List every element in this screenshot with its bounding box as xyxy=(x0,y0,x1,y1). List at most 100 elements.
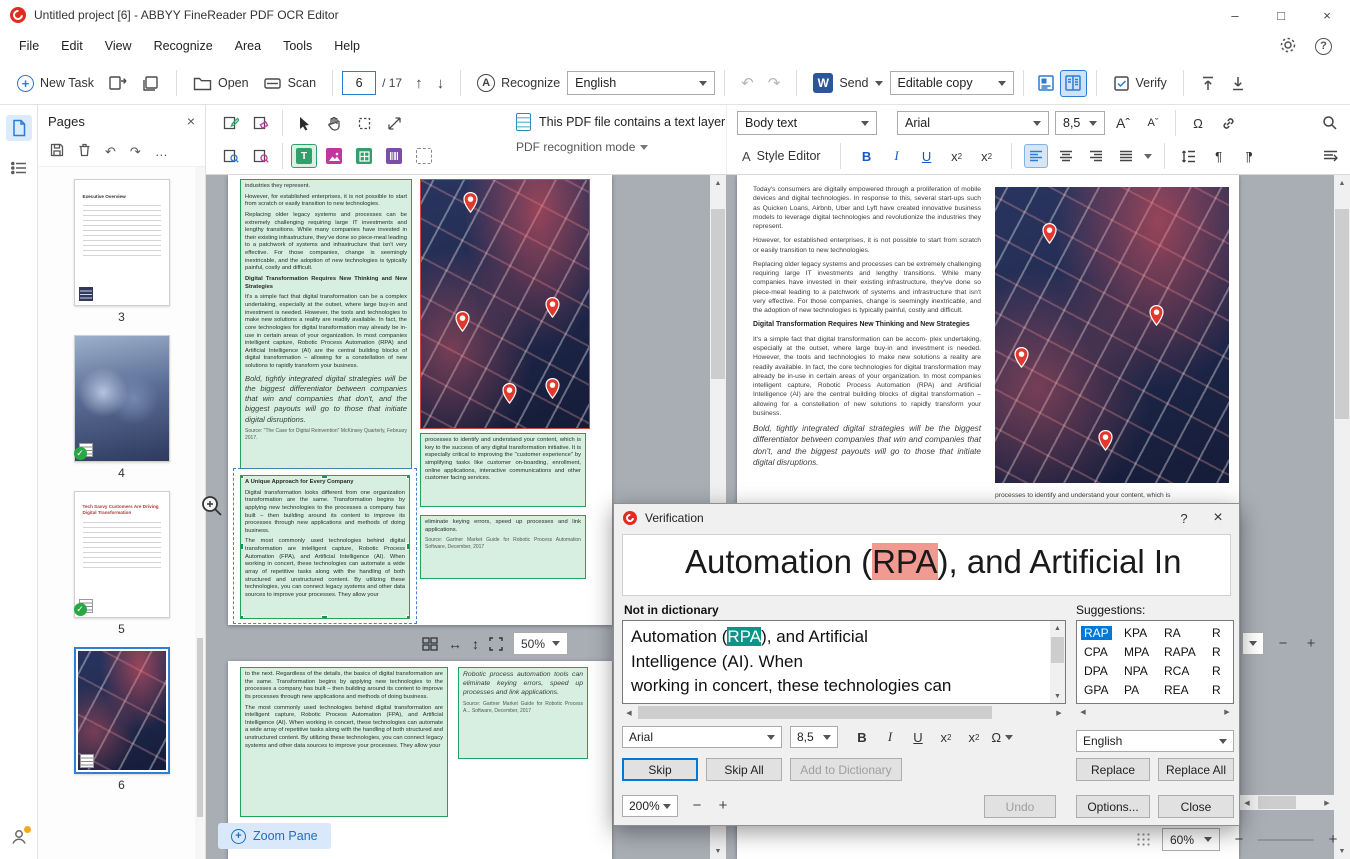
suggestion-item[interactable]: R xyxy=(1209,683,1233,697)
underline-button[interactable]: U xyxy=(915,144,939,168)
hyperlink-icon[interactable] xyxy=(1216,111,1240,135)
open-button[interactable]: Open xyxy=(186,72,256,95)
edit-picture-icon[interactable] xyxy=(218,111,244,135)
hand-pan-icon[interactable] xyxy=(321,111,347,135)
scrollbar-horizontal[interactable]: ◀ ▶ xyxy=(1076,705,1234,719)
ocr-text-area[interactable]: Robotic process automation tools can eli… xyxy=(458,667,588,759)
menu-item[interactable]: Help xyxy=(323,30,371,62)
suggestion-item[interactable]: RAPA xyxy=(1161,645,1209,659)
suggestion-item[interactable]: R xyxy=(1209,645,1233,659)
view-split-button[interactable] xyxy=(1059,69,1087,97)
background-area-tool-icon[interactable] xyxy=(411,144,437,168)
dialog-underline-button[interactable]: U xyxy=(906,726,930,748)
superscript-button[interactable]: x2 xyxy=(945,144,969,168)
zoom-in-icon[interactable]: + xyxy=(1302,635,1320,652)
redo-button[interactable]: ↷ xyxy=(761,72,788,95)
menu-item[interactable]: File xyxy=(8,30,50,62)
resize-handle[interactable] xyxy=(406,615,409,618)
barcode-area-tool-icon[interactable] xyxy=(381,144,407,168)
replace-all-button[interactable]: Replace All xyxy=(1158,758,1234,781)
ocr-text-area[interactable]: processes to identify and understand you… xyxy=(420,433,586,507)
suggestion-item[interactable]: MPA xyxy=(1121,645,1161,659)
redo-icon[interactable]: ↷ xyxy=(130,144,141,160)
scroll-right-icon[interactable]: ▶ xyxy=(1052,705,1066,721)
zoom-out-icon[interactable]: − xyxy=(1230,831,1248,848)
skip-button[interactable]: Skip xyxy=(622,758,698,781)
selected-ocr-text-area[interactable]: A Unique Approach for Every Company Digit… xyxy=(240,475,410,619)
italic-button[interactable]: I xyxy=(885,144,909,168)
page-thumbnail-3[interactable]: Executive Overview 3 xyxy=(38,179,205,324)
scrollbar-vertical[interactable]: ▲ ▼ xyxy=(1334,175,1350,859)
navigation-list-icon[interactable] xyxy=(6,155,32,181)
scroll-right-icon[interactable]: ▶ xyxy=(1320,795,1334,811)
dialog-italic-button[interactable]: I xyxy=(878,726,902,748)
feedback-user-icon[interactable] xyxy=(10,826,31,849)
dialog-superscript-button[interactable]: x2 xyxy=(934,726,958,748)
send-button[interactable]: W Send xyxy=(806,69,889,97)
resize-handle[interactable] xyxy=(241,476,244,479)
new-task-button[interactable]: + New Task xyxy=(10,71,101,96)
search-icon[interactable] xyxy=(1318,111,1342,135)
delete-page-icon[interactable] xyxy=(78,143,91,160)
text-area-tool-icon[interactable]: T xyxy=(291,144,317,168)
scroll-left-icon[interactable]: ◀ xyxy=(622,705,636,721)
next-page-button[interactable]: ↓ xyxy=(430,72,452,95)
page-thumbnail-4[interactable]: ✓ 4 xyxy=(38,335,205,480)
zoom-select[interactable]: 50% xyxy=(513,632,569,655)
crop-area-icon[interactable] xyxy=(351,111,377,135)
skip-all-button[interactable]: Skip All xyxy=(706,758,782,781)
ocr-text-area[interactable]: eliminate keying errors, speed up proces… xyxy=(420,515,586,579)
table-area-tool-icon[interactable] xyxy=(351,144,377,168)
page-thumbnail-5[interactable]: Tech Savvy Customers Are Driving Digital… xyxy=(38,491,205,636)
align-justify-icon[interactable] xyxy=(1114,144,1138,168)
suggestion-item[interactable]: CPA xyxy=(1081,645,1121,659)
suggestion-item[interactable]: DPA xyxy=(1081,664,1121,678)
line-spacing-icon[interactable] xyxy=(1177,144,1201,168)
scrollbar-horizontal[interactable]: ◀ ▶ xyxy=(622,705,1066,720)
special-character-icon[interactable]: Ω xyxy=(1186,111,1210,135)
zoom-page-icon[interactable] xyxy=(218,144,244,168)
dialog-special-character-button[interactable]: Ω xyxy=(990,726,1014,748)
replace-button[interactable]: Replace xyxy=(1076,758,1150,781)
page-number-input[interactable]: 6 xyxy=(342,71,377,95)
menu-item[interactable]: Edit xyxy=(50,30,94,62)
scan-button[interactable]: Scan xyxy=(256,71,324,95)
menu-item[interactable]: Recognize xyxy=(143,30,224,62)
dialog-bold-button[interactable]: B xyxy=(850,726,874,748)
export-document-button[interactable] xyxy=(101,71,135,95)
suggestion-item[interactable]: RAP xyxy=(1081,625,1121,640)
verification-text-editor[interactable]: Automation (RPA), and Artificial Intelli… xyxy=(622,620,1066,704)
dialog-zoom-out-icon[interactable]: − xyxy=(688,797,706,814)
pages-panel-icon[interactable] xyxy=(5,115,32,141)
dialog-help-button[interactable]: ? xyxy=(1167,505,1201,531)
dialog-size-select[interactable]: 8,5 xyxy=(790,726,838,748)
suggestion-item[interactable]: REA xyxy=(1161,683,1209,697)
verify-button[interactable]: Verify xyxy=(1106,71,1174,96)
add-to-dictionary-button[interactable]: Add to Dictionary xyxy=(790,758,902,781)
close-button[interactable]: × xyxy=(1304,0,1350,30)
zoom-out-icon[interactable]: − xyxy=(1274,635,1292,652)
document-stack-button[interactable] xyxy=(135,71,167,95)
align-right-icon[interactable] xyxy=(1084,144,1108,168)
zoom-select[interactable] xyxy=(1242,632,1264,655)
import-pages-button[interactable] xyxy=(1193,71,1223,96)
undo-icon[interactable]: ↶ xyxy=(105,144,116,160)
decrease-font-icon[interactable]: Aˇ xyxy=(1141,111,1165,135)
subscript-button[interactable]: x2 xyxy=(975,144,999,168)
dialog-font-select[interactable]: Arial xyxy=(622,726,782,748)
more-icon[interactable]: … xyxy=(155,144,168,159)
scroll-up-icon[interactable]: ▲ xyxy=(1050,621,1065,635)
dialog-language-select[interactable]: English xyxy=(1076,730,1234,752)
scrollbar-vertical[interactable]: ▲ ▼ xyxy=(1050,621,1065,703)
options-button[interactable]: Options... xyxy=(1076,795,1150,818)
resize-handle[interactable] xyxy=(321,615,328,618)
move-resize-icon[interactable] xyxy=(381,111,407,135)
export-pages-button[interactable] xyxy=(1223,71,1253,96)
select-cursor-icon[interactable] xyxy=(291,111,317,135)
pdf-recognition-mode-button[interactable]: PDF recognition mode xyxy=(516,140,725,154)
scroll-right-icon[interactable]: ▶ xyxy=(1220,704,1234,720)
suggestion-item[interactable]: NPA xyxy=(1121,664,1161,678)
suggestion-item[interactable]: R xyxy=(1209,626,1233,640)
fit-width-icon[interactable]: ↔ xyxy=(448,636,462,652)
dialog-close-action-button[interactable]: Close xyxy=(1158,795,1234,818)
